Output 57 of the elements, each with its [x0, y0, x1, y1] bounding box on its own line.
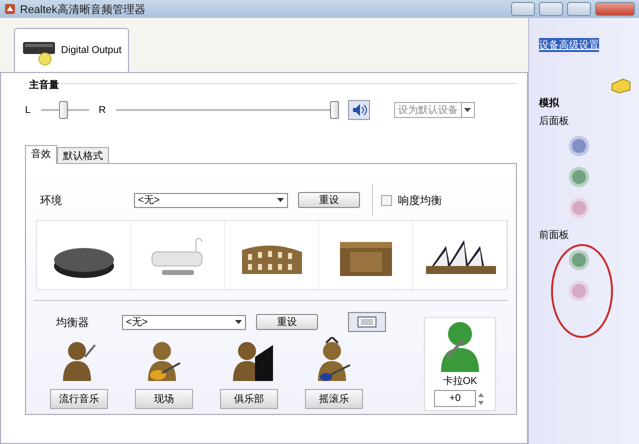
speaker-device-icon: [23, 42, 55, 65]
maximize-button[interactable]: [567, 2, 591, 16]
audio-jack[interactable]: [569, 250, 589, 270]
panel-label: 前面板: [539, 228, 570, 242]
karaoke-singer-icon: [441, 322, 479, 372]
minimize-button[interactable]: [539, 2, 563, 16]
panel-label: 后面板: [539, 114, 570, 128]
stone-drawing: [54, 248, 114, 278]
slider-thumb[interactable]: [330, 101, 339, 119]
box-drawing: [340, 242, 392, 276]
spinner-arrows-icon[interactable]: [478, 392, 484, 404]
environment-label: 环境: [39, 194, 63, 208]
musician-icon: [318, 337, 350, 381]
musician-icon: [63, 342, 96, 381]
device-tab[interactable]: Digital Output: [14, 28, 129, 72]
volume-label: 主音量: [27, 78, 61, 92]
dropdown[interactable]: <无>: [134, 192, 288, 208]
caret-icon: [235, 320, 242, 324]
dropdown[interactable]: <无>: [122, 314, 246, 330]
reset-button[interactable]: 重设: [298, 192, 360, 208]
window-title: Realtek高清晰音频管理器: [20, 2, 146, 16]
opera-drawing: [426, 240, 496, 274]
audio-jack[interactable]: [569, 136, 589, 156]
preset-button[interactable]: 俱乐部: [220, 389, 278, 409]
audio-jack[interactable]: [569, 281, 589, 301]
equalizer-icon: [358, 316, 376, 328]
advanced-settings-link[interactable]: 设备高级设置: [539, 38, 599, 52]
left-label: L: [25, 104, 31, 116]
toolbar-button[interactable]: [511, 2, 535, 16]
loudness-label: 响度均衡: [398, 194, 442, 208]
equalizer-button[interactable]: [348, 312, 386, 332]
audio-jack[interactable]: [569, 167, 589, 187]
checkbox[interactable]: [381, 194, 392, 206]
karaoke-label: 卡拉OK: [442, 374, 478, 388]
equalizer-label: 均衡器: [55, 316, 90, 330]
app-icon: [5, 4, 15, 14]
preset-button[interactable]: 摇滚乐: [305, 389, 363, 409]
audio-jack[interactable]: [569, 198, 589, 218]
musician-icon: [148, 342, 180, 381]
tab[interactable]: 音效: [25, 145, 57, 164]
preset-button[interactable]: 流行音乐: [50, 389, 108, 409]
speaker-icon: [352, 104, 367, 116]
mute-button[interactable]: [348, 100, 370, 120]
folder-icon[interactable]: [612, 78, 630, 94]
right-label: R: [98, 104, 106, 116]
colosseum-drawing: [242, 245, 302, 274]
pitch-field[interactable]: +0: [434, 390, 476, 407]
tab[interactable]: 默认格式: [57, 147, 109, 163]
musician-icon: [233, 342, 273, 381]
caret-icon: [464, 108, 472, 112]
slider-thumb[interactable]: [58, 101, 68, 119]
preset-button[interactable]: 现场: [135, 389, 193, 409]
caret-icon: [277, 198, 284, 202]
reset-button[interactable]: 重设: [256, 314, 318, 330]
bathtub-drawing: [151, 238, 202, 275]
close-button[interactable]: [595, 2, 635, 16]
section-label: 模拟: [539, 96, 560, 110]
